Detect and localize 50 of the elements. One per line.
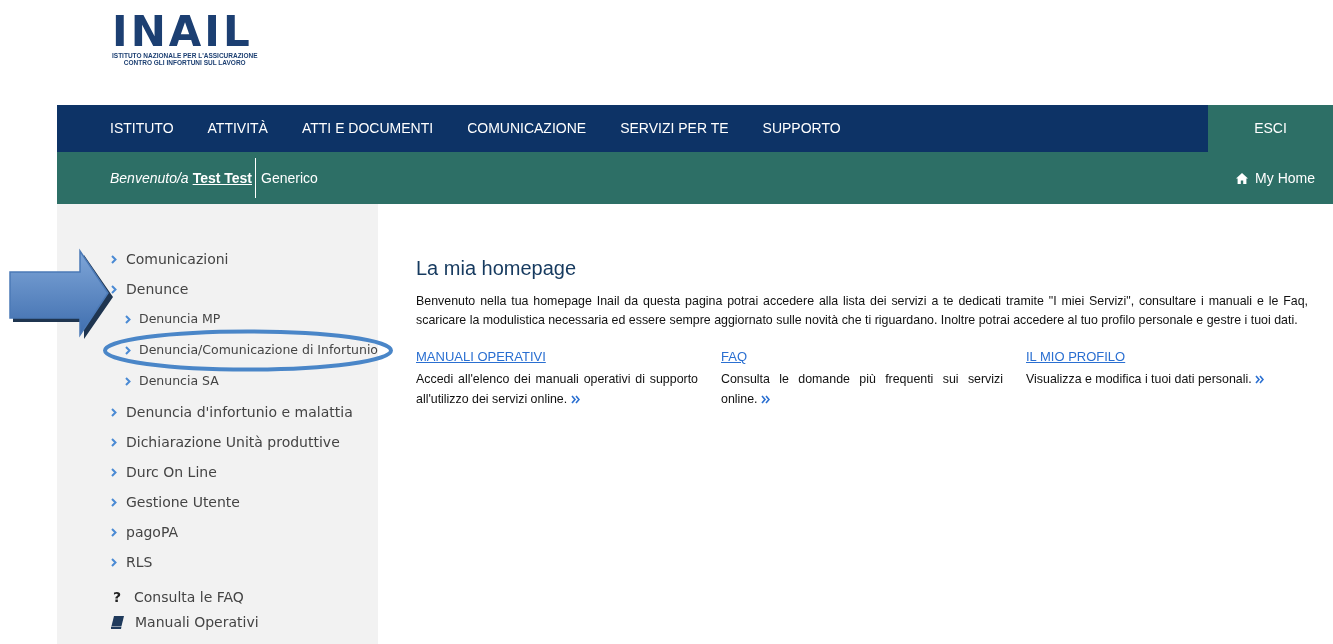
sidebar-item[interactable]: Denuncia SA [111,366,378,397]
double-chevron-icon[interactable] [1255,374,1265,384]
nav-link-item[interactable]: SUPPORTO [745,105,858,152]
sidebar-item[interactable]: Dichiarazione Unità produttive [111,427,378,457]
chevron-icon [111,497,117,507]
section-description: Accedi all'elenco dei manuali operativi di supporto all'utilizzo dei servizi online. [416,370,698,408]
section-description: Consulta le domande più frequenti sui servizi online. [721,370,1003,408]
chevron-icon [111,254,117,264]
nav-link-item[interactable]: ATTIVITÀ [190,105,285,152]
home-icon [1236,172,1249,184]
chevron-icon [111,407,117,417]
sidebar-item[interactable]: pagoPA [111,517,378,547]
section-link[interactable]: MANUALI OPERATIVI [416,347,546,367]
sidebar-item[interactable]: Comunicazioni [111,244,378,274]
nav-link-item[interactable]: ISTITUTO [57,105,191,152]
section-link[interactable]: FAQ [721,347,747,367]
intro-paragraph: Benvenuto nella tua homepage Inail da questa pagina potrai accedere alla lista dei servizi a te dedicati tramite "I miei Servizi", consultare i manuali e le Faq, scaricare la modulistica necessaria ed essere sempre aggiornato sulle novità che ti riguardano. Inoltre potrai accedere al tuo profilo personale e gestre i tuoi dati. [416,293,1308,329]
sidebar-item[interactable]: Gestione Utente [111,487,378,517]
sidebar-item[interactable]: Denuncia/Comunicazione di Infortunio [111,335,378,366]
greeting-text: Benvenuto/a [110,168,189,188]
sidebar-item[interactable]: Durc On Line [111,457,378,487]
help-icon: ? [111,587,123,608]
chevron-icon [111,284,117,294]
sidebar-item[interactable]: Denunce [111,274,378,304]
double-chevron-icon[interactable] [570,394,580,404]
my-home-link[interactable]: My Home [1236,167,1315,189]
chevron-icon [111,437,117,447]
logo-wordmark: INAIL [112,12,253,52]
logout-button[interactable]: ESCI [1208,105,1333,152]
double-chevron-icon[interactable] [760,394,770,404]
chevron-icon [125,346,131,355]
user-name-link[interactable]: Test Test [192,167,252,189]
page-title: La mia homepage [416,256,578,280]
nav-link-item[interactable]: SERVIZI PER TE [603,105,746,152]
chevron-icon [111,527,117,537]
sidebar-link[interactable]: ? Consulta le FAQ [111,585,378,610]
chevron-icon [111,467,117,477]
nav-link-item[interactable]: ATTI E DOCUMENTI [284,105,451,152]
section-link[interactable]: IL MIO PROFILO [1026,347,1126,367]
sidebar-item[interactable]: Denuncia d'infortunio e malattia [111,397,378,427]
chevron-icon [125,377,131,386]
nav-link-item[interactable]: COMUNICAZIONE [450,105,604,152]
chevron-icon [111,557,117,567]
book-icon [111,616,124,629]
sidebar-link[interactable]: Manuali Operativi [111,610,378,635]
chevron-icon [125,315,131,324]
role-text: Generico [261,168,318,188]
sidebar-item[interactable]: RLS [111,547,378,577]
sidebar-item[interactable]: Denuncia MP [111,304,378,335]
section-description: Visualizza e modifica i tuoi dati personali. [1026,368,1308,389]
